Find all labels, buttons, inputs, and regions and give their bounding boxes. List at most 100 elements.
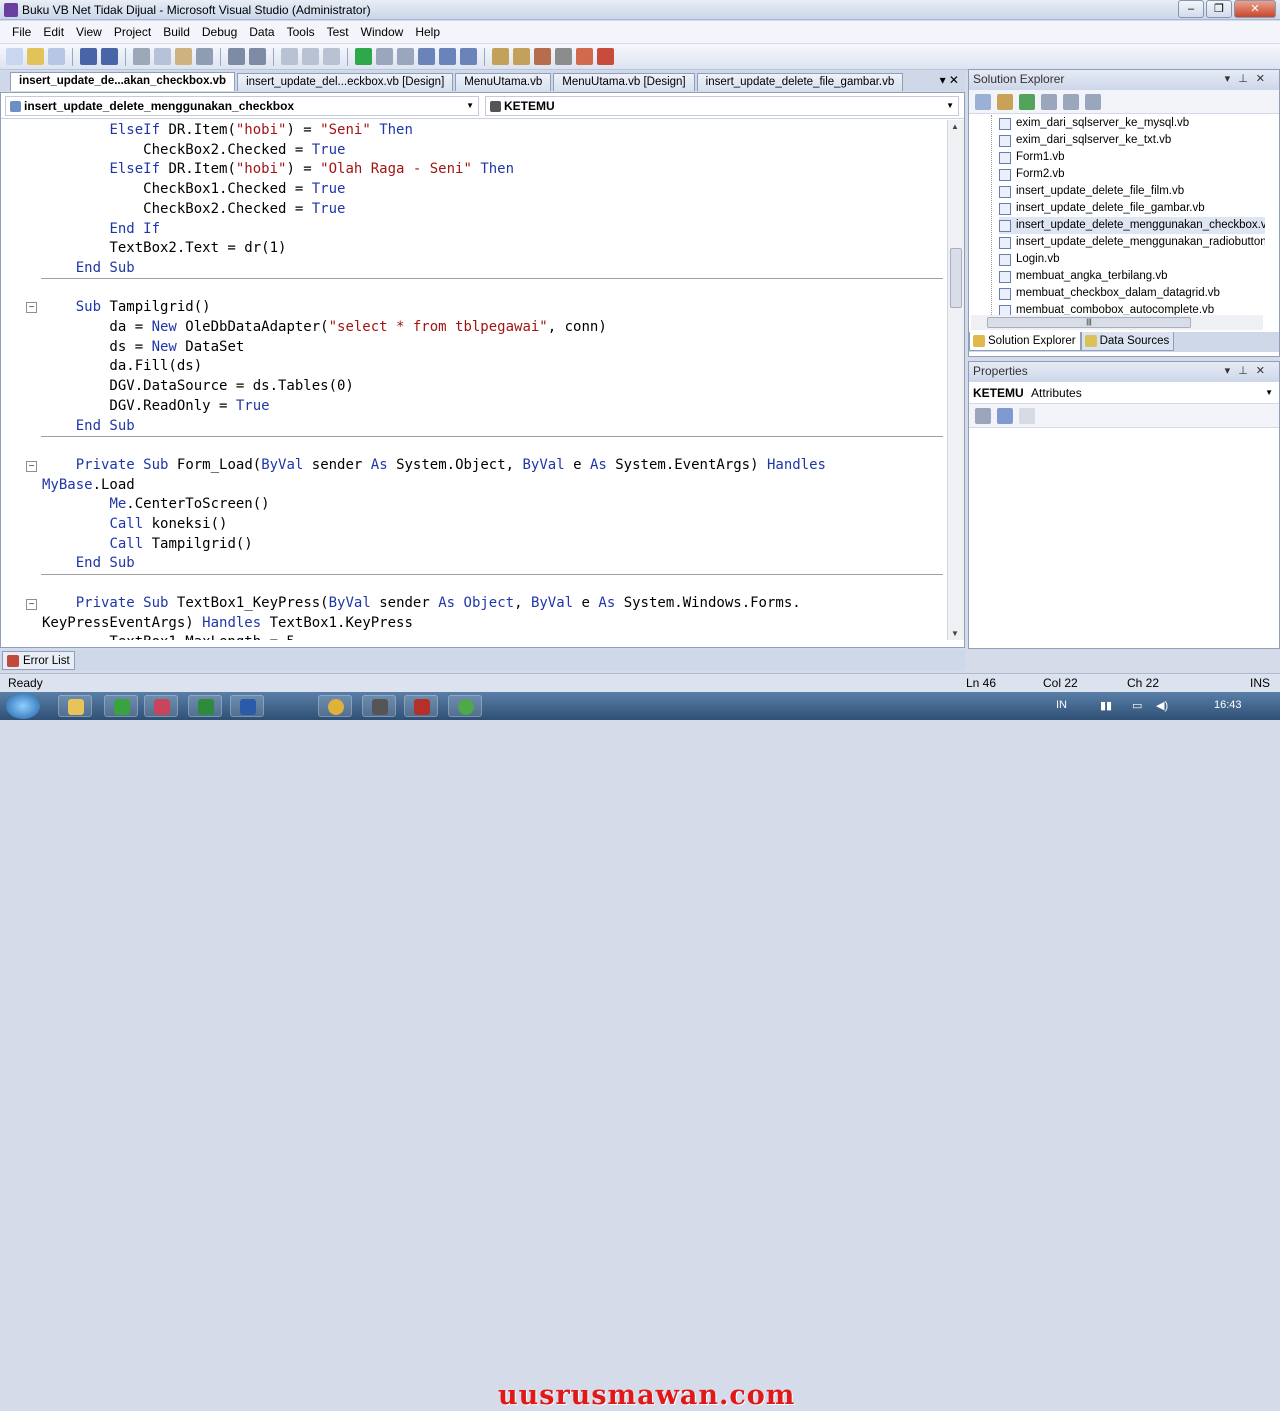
code-line[interactable]: KeyPressEventArgs) Handles TextBox1.KeyP… bbox=[42, 613, 413, 633]
code-line[interactable]: Call koneksi() bbox=[42, 514, 227, 534]
uncomment-icon[interactable] bbox=[249, 48, 266, 65]
code-line[interactable]: ElseIf DR.Item("hobi") = "Olah Raga - Se… bbox=[42, 159, 514, 179]
code-line[interactable]: ds = New DataSet bbox=[42, 337, 244, 357]
collapse-icon[interactable]: − bbox=[26, 302, 37, 313]
excel-taskbar-icon[interactable] bbox=[188, 695, 222, 717]
clock[interactable]: 16:43 bbox=[1214, 699, 1242, 711]
find-icon[interactable] bbox=[196, 48, 213, 65]
new-project-icon[interactable] bbox=[6, 48, 23, 65]
battery-icon[interactable]: ▭ bbox=[1132, 699, 1142, 712]
word-taskbar-icon[interactable] bbox=[230, 695, 264, 717]
solution-explorer-icon[interactable] bbox=[492, 48, 509, 65]
app-taskbar-icon[interactable] bbox=[448, 695, 482, 717]
refresh-icon[interactable] bbox=[1019, 93, 1035, 110]
code-line[interactable]: End Sub bbox=[42, 416, 135, 436]
scrollbar-thumb[interactable]: ||| bbox=[987, 317, 1191, 328]
tab-file-gambar[interactable]: insert_update_delete_file_gambar.vb bbox=[696, 73, 904, 91]
undo-icon[interactable] bbox=[281, 48, 298, 65]
close-button[interactable]: ✕ bbox=[1234, 0, 1276, 18]
code-line[interactable]: TextBox2.Text = dr(1) bbox=[42, 238, 286, 258]
tab-error-list[interactable]: Error List bbox=[2, 651, 75, 670]
explorer-taskbar-icon[interactable] bbox=[58, 695, 92, 717]
scrollbar-thumb[interactable] bbox=[950, 248, 962, 308]
code-line[interactable]: End Sub bbox=[42, 553, 135, 573]
view-code-icon[interactable] bbox=[1041, 93, 1057, 110]
menu-build[interactable]: Build bbox=[157, 25, 196, 39]
app-taskbar-icon[interactable] bbox=[104, 695, 138, 717]
menu-debug[interactable]: Debug bbox=[196, 25, 243, 39]
app-taskbar-icon[interactable] bbox=[362, 695, 396, 717]
code-line[interactable]: Call Tampilgrid() bbox=[42, 534, 252, 554]
file-item[interactable]: exim_dari_sqlserver_ke_txt.vb bbox=[999, 132, 1171, 149]
code-line[interactable]: da.Fill(ds) bbox=[42, 356, 202, 376]
copy-icon[interactable] bbox=[154, 48, 171, 65]
maximize-button[interactable]: ❐ bbox=[1206, 0, 1232, 18]
start-debugging-icon[interactable] bbox=[355, 48, 372, 65]
class-combo[interactable]: insert_update_delete_menggunakan_checkbo… bbox=[5, 96, 479, 116]
menu-help[interactable]: Help bbox=[409, 25, 446, 39]
panel-controls-icon[interactable]: ▾⊥✕ bbox=[1225, 70, 1273, 89]
object-browser-icon[interactable] bbox=[534, 48, 551, 65]
menu-tools[interactable]: Tools bbox=[281, 25, 321, 39]
step-into-icon[interactable] bbox=[418, 48, 435, 65]
start-page-icon[interactable] bbox=[576, 48, 593, 65]
start-button-icon[interactable] bbox=[6, 693, 40, 719]
scroll-down-icon[interactable]: ▼ bbox=[951, 629, 959, 638]
tab-solution-explorer[interactable]: Solution Explorer bbox=[969, 332, 1081, 351]
code-area[interactable]: ElseIf DR.Item("hobi") = "Seni" Then Che… bbox=[42, 120, 942, 640]
menu-project[interactable]: Project bbox=[108, 25, 157, 39]
code-line[interactable]: ElseIf DR.Item("hobi") = "Seni" Then bbox=[42, 120, 412, 140]
file-item[interactable]: membuat_angka_terbilang.vb bbox=[999, 268, 1168, 285]
comment-icon[interactable] bbox=[228, 48, 245, 65]
save-icon[interactable] bbox=[80, 48, 97, 65]
properties-icon[interactable] bbox=[975, 93, 991, 110]
code-line[interactable]: CheckBox2.Checked = True bbox=[42, 199, 345, 219]
file-item[interactable]: membuat_checkbox_dalam_datagrid.vb bbox=[999, 285, 1220, 302]
filezilla-taskbar-icon[interactable] bbox=[404, 695, 438, 717]
file-item[interactable]: insert_update_delete_menggunakan_radiobu… bbox=[999, 234, 1265, 251]
file-item[interactable]: membuat_combobox_autocomplete.vb bbox=[999, 302, 1214, 315]
step-over-icon[interactable] bbox=[439, 48, 456, 65]
alphabetical-icon[interactable] bbox=[997, 407, 1013, 424]
redo-icon[interactable] bbox=[302, 48, 319, 65]
pause-icon[interactable] bbox=[376, 48, 393, 65]
code-line[interactable]: DGV.ReadOnly = True bbox=[42, 396, 269, 416]
tab-dropdown-close-icon[interactable]: ▾ ✕ bbox=[940, 73, 959, 87]
code-line[interactable]: Private Sub TextBox1_KeyPress(ByVal send… bbox=[42, 593, 801, 613]
code-line[interactable]: End Sub bbox=[42, 258, 135, 278]
add-item-icon[interactable] bbox=[48, 48, 65, 65]
extensions-icon[interactable] bbox=[597, 48, 614, 65]
paste-icon[interactable] bbox=[175, 48, 192, 65]
panel-controls-icon[interactable]: ▾⊥✕ bbox=[1225, 362, 1273, 381]
open-folder-icon[interactable] bbox=[27, 48, 44, 65]
tab-checkbox-code[interactable]: insert_update_de...akan_checkbox.vb bbox=[10, 72, 236, 91]
code-line[interactable]: Private Sub Form_Load(ByVal sender As Sy… bbox=[42, 455, 826, 475]
show-all-files-icon[interactable] bbox=[997, 93, 1013, 110]
file-item-selected[interactable]: insert_update_delete_menggunakan_checkbo… bbox=[999, 217, 1265, 234]
class-diagram-icon[interactable] bbox=[1085, 93, 1101, 110]
categorized-icon[interactable] bbox=[975, 407, 991, 424]
member-combo[interactable]: KETEMU ▼ bbox=[485, 96, 959, 116]
chrome-taskbar-icon[interactable] bbox=[318, 695, 352, 717]
navigate-icon[interactable] bbox=[323, 48, 340, 65]
language-indicator[interactable]: IN bbox=[1056, 699, 1067, 711]
collapse-icon[interactable]: − bbox=[26, 599, 37, 610]
vertical-scrollbar[interactable]: ▲ ▼ bbox=[947, 120, 964, 640]
step-out-icon[interactable] bbox=[460, 48, 477, 65]
file-item[interactable]: Login.vb bbox=[999, 251, 1059, 268]
tab-checkbox-design[interactable]: insert_update_del...eckbox.vb [Design] bbox=[237, 73, 454, 91]
horizontal-scrollbar[interactable]: ||| bbox=[971, 315, 1263, 330]
code-line[interactable]: Sub Tampilgrid() bbox=[42, 297, 211, 317]
file-item[interactable]: insert_update_delete_file_gambar.vb bbox=[999, 200, 1205, 217]
code-line[interactable]: CheckBox2.Checked = True bbox=[42, 140, 345, 160]
file-item[interactable]: Form2.vb bbox=[999, 166, 1065, 183]
code-line[interactable]: TextBox1.MaxLength = 5 bbox=[42, 632, 294, 640]
code-line[interactable]: End If bbox=[42, 219, 160, 239]
app-taskbar-icon[interactable] bbox=[144, 695, 178, 717]
menu-file[interactable]: File bbox=[6, 25, 37, 39]
code-editor[interactable]: insert_update_delete_menggunakan_checkbo… bbox=[0, 92, 965, 648]
code-line[interactable]: MyBase.Load bbox=[42, 475, 135, 495]
code-line[interactable]: da = New OleDbDataAdapter("select * from… bbox=[42, 317, 606, 337]
tab-menuutama-design[interactable]: MenuUtama.vb [Design] bbox=[553, 73, 695, 91]
code-line[interactable]: CheckBox1.Checked = True bbox=[42, 179, 345, 199]
